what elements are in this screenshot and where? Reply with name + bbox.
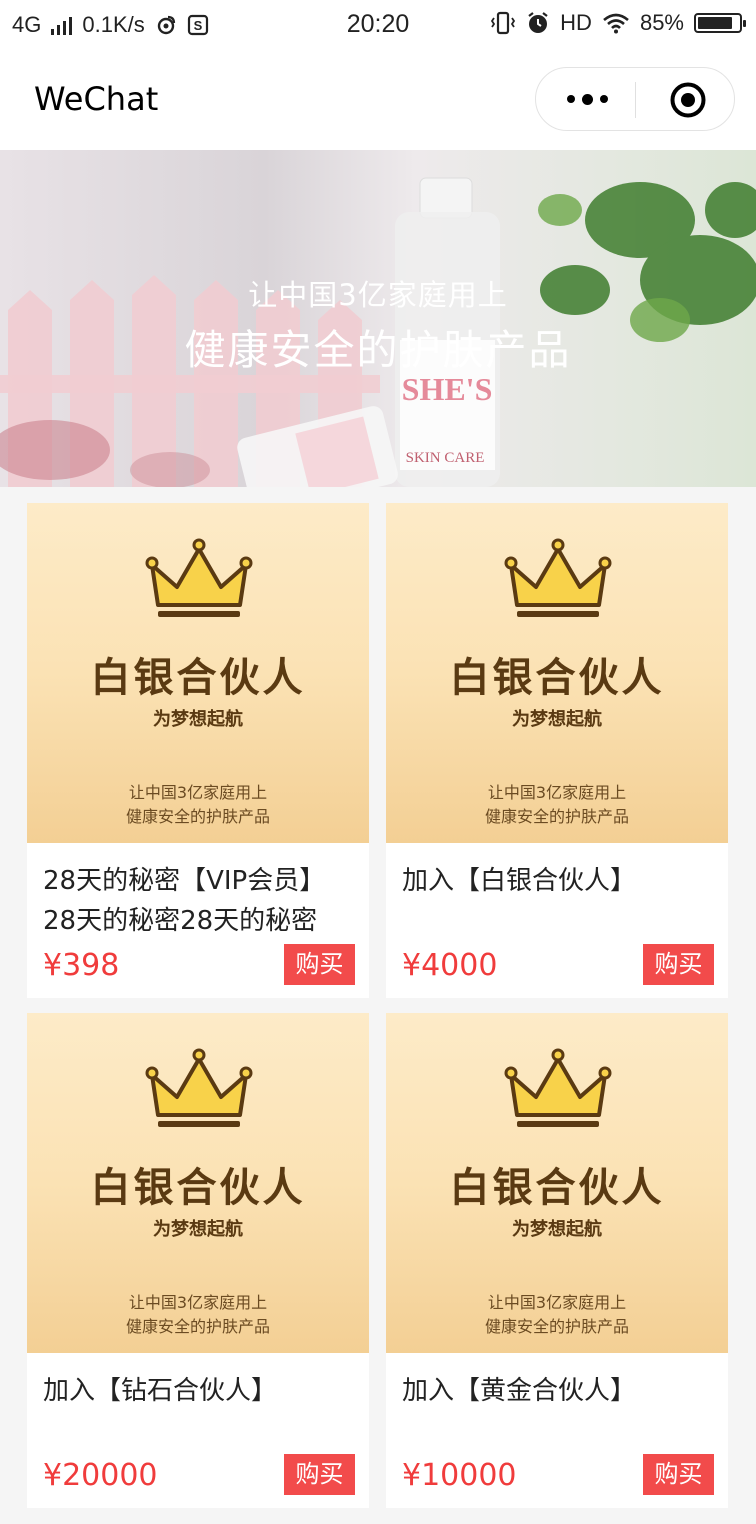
battery-percent: 85% (639, 10, 684, 35)
product-price: ¥10000 (402, 1458, 517, 1493)
image-footer-line-1: 让中国3亿家庭用上 (487, 1293, 627, 1312)
image-title: 白银合伙人 (90, 655, 306, 701)
image-subtitle: 为梦想起航 (153, 709, 243, 730)
image-footer-line-1: 让中国3亿家庭用上 (128, 1293, 268, 1312)
bottle-skin-care-label: SKIN CARE (406, 450, 485, 466)
product-card[interactable]: 白银合伙人 为梦想起航 让中国3亿家庭用上 健康安全的护肤产品 28天的秘密【V… (27, 503, 369, 998)
product-card[interactable]: 白银合伙人 为梦想起航 让中国3亿家庭用上 健康安全的护肤产品 加入【黄金合伙人… (386, 1013, 728, 1508)
signal-bars-icon (51, 15, 73, 35)
product-image[interactable]: 白银合伙人 为梦想起航 让中国3亿家庭用上 健康安全的护肤产品 (386, 1013, 728, 1353)
image-footer-line-2: 健康安全的护肤产品 (125, 1317, 270, 1336)
battery-icon (694, 13, 746, 33)
image-footer-line-2: 健康安全的护肤产品 (484, 807, 629, 826)
close-target-icon[interactable] (669, 81, 707, 119)
buy-button[interactable]: 购买 (643, 944, 714, 985)
miniprogram-capsule (535, 67, 735, 131)
buy-button[interactable]: 购买 (284, 1454, 355, 1495)
crown-icon (504, 1048, 612, 1127)
crown-icon (504, 538, 612, 617)
banner-headline-2: 健康安全的护肤产品 (184, 326, 572, 374)
product-image[interactable]: 白银合伙人 为梦想起航 让中国3亿家庭用上 健康安全的护肤产品 (27, 503, 369, 843)
product-name[interactable]: 加入【钻石合伙人】 (43, 1371, 355, 1411)
wifi-icon (603, 13, 629, 34)
nav-bar: WeChat (0, 50, 756, 150)
capsule-divider (635, 82, 636, 118)
image-footer-line-2: 健康安全的护肤产品 (484, 1317, 629, 1336)
image-title: 白银合伙人 (90, 1165, 306, 1211)
alarm-icon (528, 12, 548, 33)
image-footer-line-2: 健康安全的护肤产品 (125, 807, 270, 826)
status-left: 4G 0.1K/s S (12, 12, 209, 38)
hd-indicator: HD (560, 10, 592, 35)
product-price: ¥398 (43, 948, 120, 983)
image-subtitle: 为梦想起航 (153, 1219, 243, 1240)
image-footer-line-1: 让中国3亿家庭用上 (128, 783, 268, 802)
network-type: 4G (12, 12, 42, 37)
network-speed: 0.1K/s (82, 12, 145, 37)
buy-button[interactable]: 购买 (643, 1454, 714, 1495)
crown-icon (145, 538, 253, 617)
svg-text:S: S (193, 18, 202, 33)
product-price: ¥4000 (402, 948, 498, 983)
more-dots-icon[interactable] (564, 86, 610, 112)
buy-button[interactable]: 购买 (284, 944, 355, 985)
product-image[interactable]: 白银合伙人 为梦想起航 让中国3亿家庭用上 健康安全的护肤产品 (386, 503, 728, 843)
battery-fill (698, 17, 732, 29)
image-footer-line-1: 让中国3亿家庭用上 (487, 783, 627, 802)
bottle-brand-label: SHE'S (402, 371, 493, 407)
status-bar: 4G 0.1K/s S 20:20 HD 85% (0, 0, 756, 50)
banner-headline-1: 让中国3亿家庭用上 (248, 278, 508, 312)
crown-icon (145, 1048, 253, 1127)
image-subtitle: 为梦想起航 (512, 709, 602, 730)
image-title: 白银合伙人 (449, 655, 665, 701)
s-app-icon: S (187, 14, 208, 36)
product-name[interactable]: 加入【黄金合伙人】 (402, 1371, 714, 1411)
product-image[interactable]: 白银合伙人 为梦想起航 让中国3亿家庭用上 健康安全的护肤产品 (27, 1013, 369, 1353)
image-title: 白银合伙人 (449, 1165, 665, 1211)
product-name[interactable]: 加入【白银合伙人】 (402, 861, 714, 901)
image-subtitle: 为梦想起航 (512, 1219, 602, 1240)
product-card[interactable]: 白银合伙人 为梦想起航 让中国3亿家庭用上 健康安全的护肤产品 加入【白银合伙人… (386, 503, 728, 998)
vibrate-icon (491, 11, 516, 35)
page-title: WeChat (34, 80, 159, 118)
promo-banner[interactable]: SHE'S SKIN CARE 让中国3亿家庭用上 健康安全的护肤产品 (0, 150, 756, 487)
product-card[interactable]: 白银合伙人 为梦想起航 让中国3亿家庭用上 健康安全的护肤产品 加入【钻石合伙人… (27, 1013, 369, 1508)
weibo-icon (157, 15, 175, 35)
product-name[interactable]: 28天的秘密【VIP会员】28天的秘密28天的秘密 (43, 861, 355, 941)
status-right: HD 85% (490, 10, 746, 36)
product-price: ¥20000 (43, 1458, 158, 1493)
